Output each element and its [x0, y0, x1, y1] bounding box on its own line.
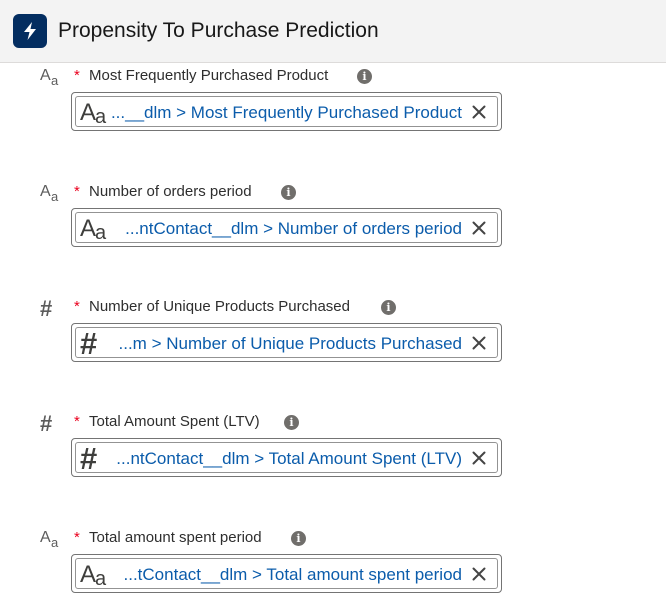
pill-value[interactable]: ...tContact__dlm > Total amount spent pe… [124, 565, 462, 585]
info-icon[interactable]: i [281, 185, 296, 200]
required-indicator: * [74, 529, 80, 546]
pill-value[interactable]: ...__dlm > Most Frequently Purchased Pro… [111, 103, 462, 123]
text-type-icon: Aa [40, 67, 59, 88]
lightning-bolt-icon [13, 14, 47, 48]
info-icon[interactable]: i [381, 300, 396, 315]
field-mapping-pill[interactable]: # ...m > Number of Unique Products Purch… [71, 323, 502, 362]
info-icon[interactable]: i [284, 415, 299, 430]
field-label: Total Amount Spent (LTV) [89, 413, 260, 430]
text-type-icon: Aa [80, 215, 107, 244]
field-most-frequently-purchased-product: Aa * Most Frequently Purchased Product i… [0, 67, 666, 148]
field-label: Total amount spent period [89, 529, 262, 546]
close-icon[interactable] [468, 563, 490, 585]
page-title: Propensity To Purchase Prediction [58, 19, 379, 42]
close-icon[interactable] [468, 217, 490, 239]
number-type-icon: # [80, 326, 97, 361]
field-mapping-pill[interactable]: Aa ...__dlm > Most Frequently Purchased … [71, 92, 502, 131]
close-icon[interactable] [468, 101, 490, 123]
info-icon[interactable]: i [291, 531, 306, 546]
pill-value[interactable]: ...ntContact__dlm > Total Amount Spent (… [116, 449, 462, 469]
required-indicator: * [74, 413, 80, 430]
text-type-icon: Aa [80, 561, 107, 590]
page-header: Propensity To Purchase Prediction [0, 0, 666, 63]
required-indicator: * [74, 183, 80, 200]
close-icon[interactable] [468, 447, 490, 469]
field-number-of-unique-products-purchased: # * Number of Unique Products Purchased … [0, 296, 666, 379]
required-indicator: * [74, 298, 80, 315]
field-label: Most Frequently Purchased Product [89, 67, 329, 84]
number-type-icon: # [40, 411, 52, 436]
field-mapping-pill[interactable]: Aa ...tContact__dlm > Total amount spent… [71, 554, 502, 593]
field-total-amount-spent-ltv: # * Total Amount Spent (LTV) i # ...ntCo… [0, 411, 666, 494]
field-mapping-pill[interactable]: Aa ...ntContact__dlm > Number of orders … [71, 208, 502, 247]
field-number-of-orders-period: Aa * Number of orders period i Aa ...ntC… [0, 183, 666, 264]
number-type-icon: # [80, 441, 97, 476]
text-type-icon: Aa [40, 183, 59, 204]
field-label: Number of Unique Products Purchased [89, 298, 350, 315]
field-mapping-pill[interactable]: # ...ntContact__dlm > Total Amount Spent… [71, 438, 502, 477]
field-label: Number of orders period [89, 183, 252, 200]
text-type-icon: Aa [80, 99, 107, 128]
required-indicator: * [74, 67, 80, 84]
close-icon[interactable] [468, 332, 490, 354]
info-icon[interactable]: i [357, 69, 372, 84]
pill-value[interactable]: ...ntContact__dlm > Number of orders per… [125, 219, 462, 239]
text-type-icon: Aa [40, 529, 59, 550]
pill-value[interactable]: ...m > Number of Unique Products Purchas… [119, 334, 462, 354]
field-total-amount-spent-period: Aa * Total amount spent period i Aa ...t… [0, 529, 666, 610]
number-type-icon: # [40, 296, 52, 321]
